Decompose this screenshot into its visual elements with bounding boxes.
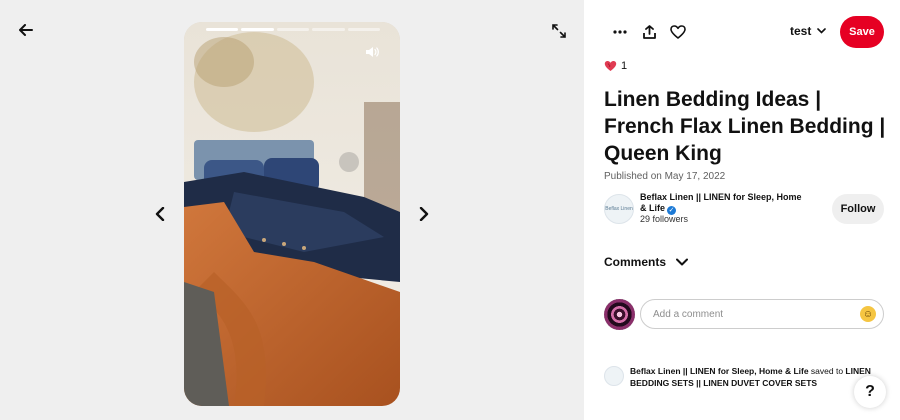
activity-verb: saved to	[808, 366, 846, 376]
story-progress-segment	[347, 28, 381, 31]
story-pin-media[interactable]	[184, 22, 400, 406]
smiley-icon: ☺	[862, 308, 874, 320]
comments-toggle[interactable]: Comments	[604, 255, 689, 269]
like-button[interactable]	[666, 20, 690, 44]
pin-details-panel: test Save 1 Linen Bedding Ideas | French…	[584, 0, 900, 420]
pin-title: Linen Bedding Ideas | French Flax Linen …	[604, 88, 886, 165]
reactions[interactable]: 1	[604, 60, 627, 72]
back-button[interactable]	[12, 16, 40, 44]
follower-count: 29 followers	[640, 214, 689, 224]
activity-text: Beflax Linen || LINEN for Sleep, Home & …	[630, 365, 880, 389]
previous-page-button[interactable]	[148, 202, 172, 226]
chevron-down-icon	[817, 28, 827, 34]
more-options-button[interactable]	[608, 20, 632, 44]
sound-toggle-button[interactable]	[362, 42, 382, 62]
more-icon	[613, 30, 627, 34]
board-selector[interactable]: test	[790, 24, 827, 38]
heart-icon	[670, 25, 686, 39]
board-name: test	[790, 24, 812, 38]
user-avatar[interactable]	[604, 299, 635, 330]
reaction-count: 1	[621, 60, 628, 72]
story-progress-segment	[276, 28, 310, 31]
share-icon	[642, 25, 656, 39]
bedroom-photo	[184, 22, 400, 406]
next-page-button[interactable]	[412, 202, 436, 226]
chevron-left-icon	[155, 207, 165, 221]
creator-avatar-logo-text: Beflax Linen	[605, 206, 633, 212]
creator-name-line[interactable]: Beflax Linen || LINEN for Sleep, Home & …	[640, 192, 810, 215]
story-progress	[206, 28, 381, 31]
emoji-picker-button[interactable]: ☺	[860, 306, 876, 322]
pin-action-bar: test Save	[584, 16, 900, 48]
activity-item: Beflax Linen || LINEN for Sleep, Home & …	[604, 365, 874, 389]
comments-heading: Comments	[604, 255, 667, 269]
media-pane	[0, 0, 584, 420]
creator-avatar[interactable]: Beflax Linen	[604, 194, 634, 224]
comment-composer: ☺	[604, 299, 888, 331]
activity-avatar[interactable]	[604, 366, 624, 386]
story-progress-segment	[312, 28, 345, 31]
chevron-right-icon	[419, 207, 429, 221]
follow-button[interactable]: Follow	[832, 194, 884, 224]
story-progress-segment	[206, 28, 239, 31]
heart-reaction-icon	[604, 61, 617, 71]
save-button[interactable]: Save	[840, 16, 884, 48]
expand-button[interactable]	[546, 18, 572, 44]
published-date: Published on May 17, 2022	[604, 171, 726, 182]
comment-input[interactable]	[640, 299, 884, 329]
story-progress-segment	[241, 28, 274, 31]
creator-card: Beflax Linen Beflax Linen || LINEN for S…	[604, 192, 894, 228]
share-button[interactable]	[637, 20, 661, 44]
expand-icon	[552, 24, 566, 38]
chevron-down-icon	[676, 258, 689, 266]
activity-actor[interactable]: Beflax Linen || LINEN for Sleep, Home & …	[630, 366, 809, 376]
creator-name: Beflax Linen || LINEN for Sleep, Home & …	[640, 192, 802, 213]
arrow-left-icon	[19, 24, 33, 36]
help-button[interactable]: ?	[854, 376, 886, 408]
speaker-icon	[366, 47, 379, 57]
